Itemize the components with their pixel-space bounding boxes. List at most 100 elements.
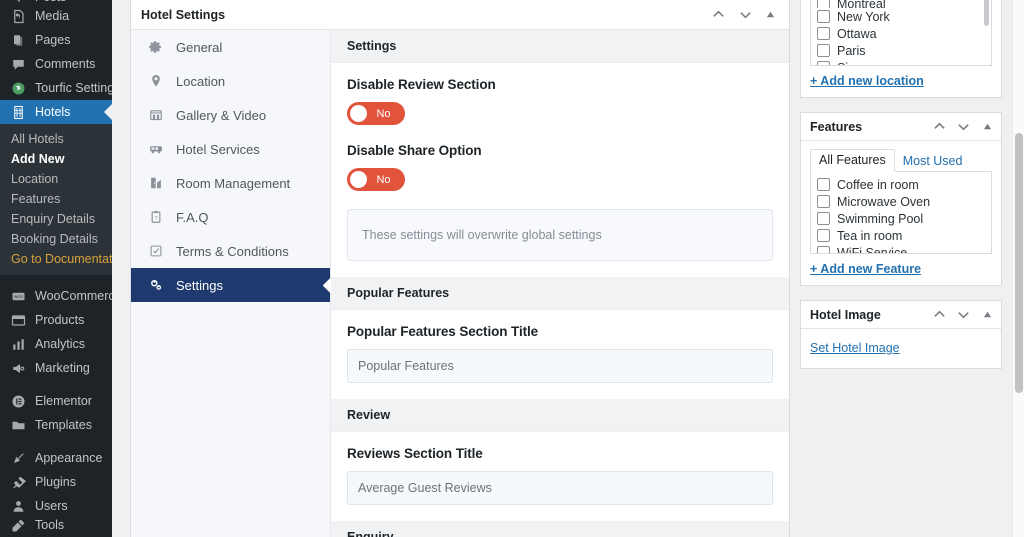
location-list-scrollbar[interactable]: [984, 0, 989, 26]
location-checkbox[interactable]: [817, 0, 830, 8]
submenu-item-go-to-documentation[interactable]: Go to Documentation: [0, 249, 112, 269]
tab-most-used[interactable]: Most Used: [895, 151, 971, 172]
gear-icon: [147, 40, 164, 54]
feature-checkbox[interactable]: [817, 246, 830, 253]
sidebar-item-analytics[interactable]: Analytics: [0, 332, 112, 356]
tab-label: Room Management: [176, 175, 291, 191]
door-icon: [147, 176, 164, 190]
sidebar-item-label: WooCommerce: [35, 288, 112, 303]
move-up-icon[interactable]: [933, 120, 946, 133]
tab-location[interactable]: Location: [131, 64, 330, 98]
list-item[interactable]: Singapore: [817, 59, 991, 65]
disable-review-toggle[interactable]: No: [347, 102, 405, 125]
sidebar-item-media[interactable]: Media: [0, 4, 112, 28]
features-tabs: All Features Most Used: [810, 148, 992, 172]
location-checkbox[interactable]: [817, 10, 830, 23]
sidebar-item-tools[interactable]: Tools: [0, 518, 112, 532]
tab-hotel-services[interactable]: Hotel Services: [131, 132, 330, 166]
wp-admin-screen: Posts Media Pages Comments Tourfic Setti: [0, 0, 1024, 537]
list-item[interactable]: Ottawa: [817, 25, 991, 42]
settings-gears-icon: [147, 278, 164, 292]
tab-faq[interactable]: ? F.A.Q: [131, 200, 330, 234]
tab-terms-conditions[interactable]: Terms & Conditions: [131, 234, 330, 268]
metabox-controls: [712, 8, 779, 21]
sidebar-item-comments[interactable]: Comments: [0, 52, 112, 76]
list-item-label: WiFi Service: [837, 245, 908, 254]
feature-checkbox[interactable]: [817, 178, 830, 191]
sidebar-item-plugins[interactable]: Plugins: [0, 470, 112, 494]
disable-share-toggle[interactable]: No: [347, 168, 405, 191]
hotel-image-panel: Hotel Image Set Hotel Image: [800, 300, 1002, 369]
tab-room-management[interactable]: Room Management: [131, 166, 330, 200]
sidebar-item-label: Templates: [35, 417, 92, 432]
list-item[interactable]: Swimming Pool: [817, 210, 991, 227]
sidebar-item-woocommerce[interactable]: WOO WooCommerce: [0, 284, 112, 308]
wp-admin-menu: Posts Media Pages Comments Tourfic Setti: [0, 0, 112, 537]
toggle-panel-icon[interactable]: [983, 122, 992, 131]
move-up-icon[interactable]: [933, 308, 946, 321]
sidebar-item-pages[interactable]: Pages: [0, 28, 112, 52]
add-new-location-link[interactable]: + Add new location: [810, 74, 924, 88]
toggle-value: No: [376, 107, 391, 120]
tab-label: Settings: [176, 277, 223, 293]
reviews-title-input[interactable]: [347, 471, 773, 505]
sidebar-item-products[interactable]: Products: [0, 308, 112, 332]
submenu-item-features[interactable]: Features: [0, 189, 112, 209]
page-scrollbar[interactable]: [1012, 0, 1024, 537]
sidebar-item-marketing[interactable]: Marketing: [0, 356, 112, 380]
toggle-panel-icon[interactable]: [983, 310, 992, 319]
tab-settings[interactable]: Settings: [131, 268, 330, 302]
list-item-label: Tea in room: [837, 228, 903, 243]
list-item[interactable]: Paris: [817, 42, 991, 59]
feature-checkbox[interactable]: [817, 229, 830, 242]
submenu-item-location[interactable]: Location: [0, 169, 112, 189]
list-item[interactable]: Montreal: [817, 0, 991, 8]
move-down-icon[interactable]: [957, 308, 970, 321]
location-checkbox-list[interactable]: Montreal New York Ottawa Paris: [810, 0, 992, 66]
popular-features-title-input[interactable]: [347, 349, 773, 383]
faq-clipboard-icon: ?: [147, 210, 164, 224]
hotel-image-panel-title: Hotel Image: [810, 307, 881, 322]
location-panel: Montreal New York Ottawa Paris + Add new…: [800, 0, 1002, 98]
pages-icon: [9, 31, 27, 49]
submenu-item-booking-details[interactable]: Booking Details: [0, 229, 112, 249]
tab-gallery-video[interactable]: Gallery & Video: [131, 98, 330, 132]
location-checkbox[interactable]: [817, 27, 830, 40]
settings-tab-panel: Settings Disable Review Section No Disab…: [331, 30, 789, 537]
sidebar-item-hotels[interactable]: Hotels: [0, 100, 112, 124]
overwrite-notice: These settings will overwrite global set…: [347, 209, 773, 261]
features-checkbox-list[interactable]: Coffee in room Microwave Oven Swimming P…: [810, 172, 992, 254]
sidebar-item-appearance[interactable]: Appearance: [0, 446, 112, 470]
location-checkbox[interactable]: [817, 44, 830, 57]
sidebar-item-users[interactable]: Users: [0, 494, 112, 518]
move-up-icon[interactable]: [712, 8, 725, 21]
list-item[interactable]: New York: [817, 8, 991, 25]
location-checkbox[interactable]: [817, 61, 830, 65]
sidebar-item-label: Marketing: [35, 360, 90, 375]
submenu-item-add-new[interactable]: Add New: [0, 149, 112, 169]
page-scrollbar-thumb[interactable]: [1015, 133, 1023, 393]
tools-icon: [9, 518, 27, 532]
submenu-item-enquiry-details[interactable]: Enquiry Details: [0, 209, 112, 229]
list-item[interactable]: Tea in room: [817, 227, 991, 244]
list-item[interactable]: Coffee in room: [817, 176, 991, 193]
set-hotel-image-link[interactable]: Set Hotel Image: [810, 341, 900, 355]
shuttle-bus-icon: [147, 142, 164, 156]
tab-all-features[interactable]: All Features: [810, 149, 895, 172]
sidebar-item-templates[interactable]: Templates: [0, 413, 112, 437]
sidebar-item-tourfic-settings[interactable]: Tourfic Settings: [0, 76, 112, 100]
add-new-feature-link[interactable]: + Add new Feature: [810, 262, 921, 276]
submenu-item-all-hotels[interactable]: All Hotels: [0, 129, 112, 149]
right-sidebar: Montreal New York Ottawa Paris + Add new…: [800, 0, 1002, 383]
toggle-panel-icon[interactable]: [766, 10, 775, 19]
list-item[interactable]: Microwave Oven: [817, 193, 991, 210]
tab-general[interactable]: General: [131, 30, 330, 64]
section-band-enquiry: Enquiry: [331, 521, 789, 537]
move-down-icon[interactable]: [739, 8, 752, 21]
move-down-icon[interactable]: [957, 120, 970, 133]
list-item-label: New York: [837, 9, 890, 24]
feature-checkbox[interactable]: [817, 212, 830, 225]
list-item[interactable]: WiFi Service: [817, 244, 991, 254]
feature-checkbox[interactable]: [817, 195, 830, 208]
sidebar-item-elementor[interactable]: Elementor: [0, 389, 112, 413]
